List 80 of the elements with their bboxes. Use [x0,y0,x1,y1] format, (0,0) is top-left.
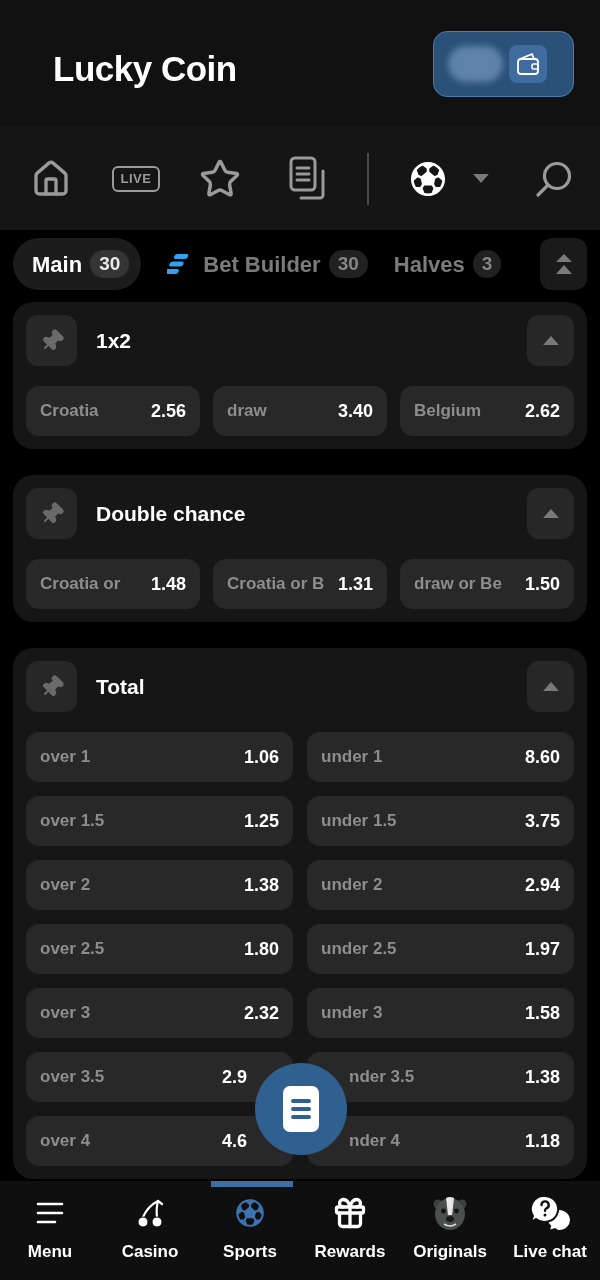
odds-value: 3.40 [337,399,373,423]
nav-item[interactable]: Menu [0,1181,100,1280]
odds-button[interactable]: under 2 2.94 [307,860,574,910]
documents-icon[interactable] [289,155,325,202]
odds-button[interactable]: over 4 4.6 [26,1116,293,1166]
wallet-icon [509,44,547,83]
odds-button[interactable]: Croatia or B 1.31 [213,559,387,609]
odds-button[interactable]: under 3 1.58 [307,988,574,1038]
odds-value: 4.6 [221,1129,247,1153]
odds-value: 1.97 [524,937,560,961]
collapse-button[interactable] [527,488,574,539]
nav-item[interactable]: Originals [400,1181,500,1280]
cherries-icon [136,1198,164,1228]
odds-button[interactable]: over 1 1.06 [26,732,293,782]
odds-value: 1.06 [243,745,279,769]
odds-button[interactable]: over 2 1.38 [26,860,293,910]
market-title: 1x2 [96,327,132,354]
odds-value: 1.31 [337,572,373,596]
odds-value: 1.80 [243,937,279,961]
odds-button[interactable]: nder 3.5 1.38 [307,1052,574,1102]
count-badge: 3 [472,250,502,278]
gift-icon [332,1195,368,1231]
odds-value: 8.60 [524,745,560,769]
odds-button[interactable]: Croatia or 1.48 [26,559,200,609]
odds-button[interactable]: over 1.5 1.25 [26,796,293,846]
market-title: Double chance [96,500,246,527]
odds-button[interactable]: Belgium 2.62 [400,386,574,436]
odds-value: 2.56 [150,399,186,423]
odds-value: 2.32 [243,1001,279,1025]
odds-value: 1.50 [524,572,560,596]
count-badge: 30 [90,250,130,278]
document-icon [283,1086,319,1132]
star-icon[interactable] [199,157,241,200]
menu-icon [36,1202,64,1224]
wallet-button[interactable] [433,30,574,97]
caret-down-icon [473,174,489,183]
odds-value: 2.94 [524,873,560,897]
chat-bubbles-icon [530,1194,570,1232]
collapse-button[interactable] [527,661,574,712]
odds-value: 1.18 [524,1129,560,1153]
market-tab[interactable]: Bet Builder 30 [163,238,368,290]
pin-button[interactable] [26,488,77,539]
count-badge: 30 [328,250,368,278]
odds-button[interactable]: Croatia 2.56 [26,386,200,436]
odds-value: 1.58 [524,1001,560,1025]
odds-value: 1.25 [243,809,279,833]
odds-button[interactable]: over 3 2.32 [26,988,293,1038]
stripes-icon [167,254,190,274]
odds-value: 1.38 [243,873,279,897]
odds-button[interactable]: nder 4 1.18 [307,1116,574,1166]
odds-button[interactable]: under 1 8.60 [307,732,574,782]
odds-value: 2.62 [524,399,560,423]
market-tab[interactable]: Main 30 [13,238,142,290]
nav-item[interactable]: Live chat [500,1181,600,1280]
nav-item[interactable]: Sports [200,1181,300,1280]
collapse-button[interactable] [527,315,574,366]
odds-value: 1.48 [150,572,186,596]
odds-button[interactable]: over 3.5 2.9 [26,1052,293,1102]
odds-button[interactable]: under 1.5 3.75 [307,796,574,846]
odds-button[interactable]: under 2.5 1.97 [307,924,574,974]
market-title: Total [96,673,145,700]
double-caret-up-icon [555,254,572,274]
nav-item[interactable]: Rewards [300,1181,400,1280]
odds-button[interactable]: over 2.5 1.80 [26,924,293,974]
odds-value: 2.9 [221,1065,247,1089]
home-icon[interactable] [31,158,71,199]
logo[interactable]: Lucky Coin [53,43,237,96]
odds-value: 3.75 [524,809,560,833]
search-icon[interactable] [536,160,572,197]
odds-button[interactable]: draw 3.40 [213,386,387,436]
pin-button[interactable] [26,661,77,712]
blurred-balance [448,45,503,82]
live-button[interactable]: LIVE [112,165,160,192]
nav-item[interactable]: Casino [100,1181,200,1280]
pin-button[interactable] [26,315,77,366]
animal-face-icon [432,1195,468,1231]
collapse-all-button[interactable] [540,238,587,290]
odds-value: 1.38 [524,1065,560,1089]
market-tab[interactable]: Halves 3 [389,238,502,290]
odds-button[interactable]: draw or Be 1.50 [400,559,574,609]
